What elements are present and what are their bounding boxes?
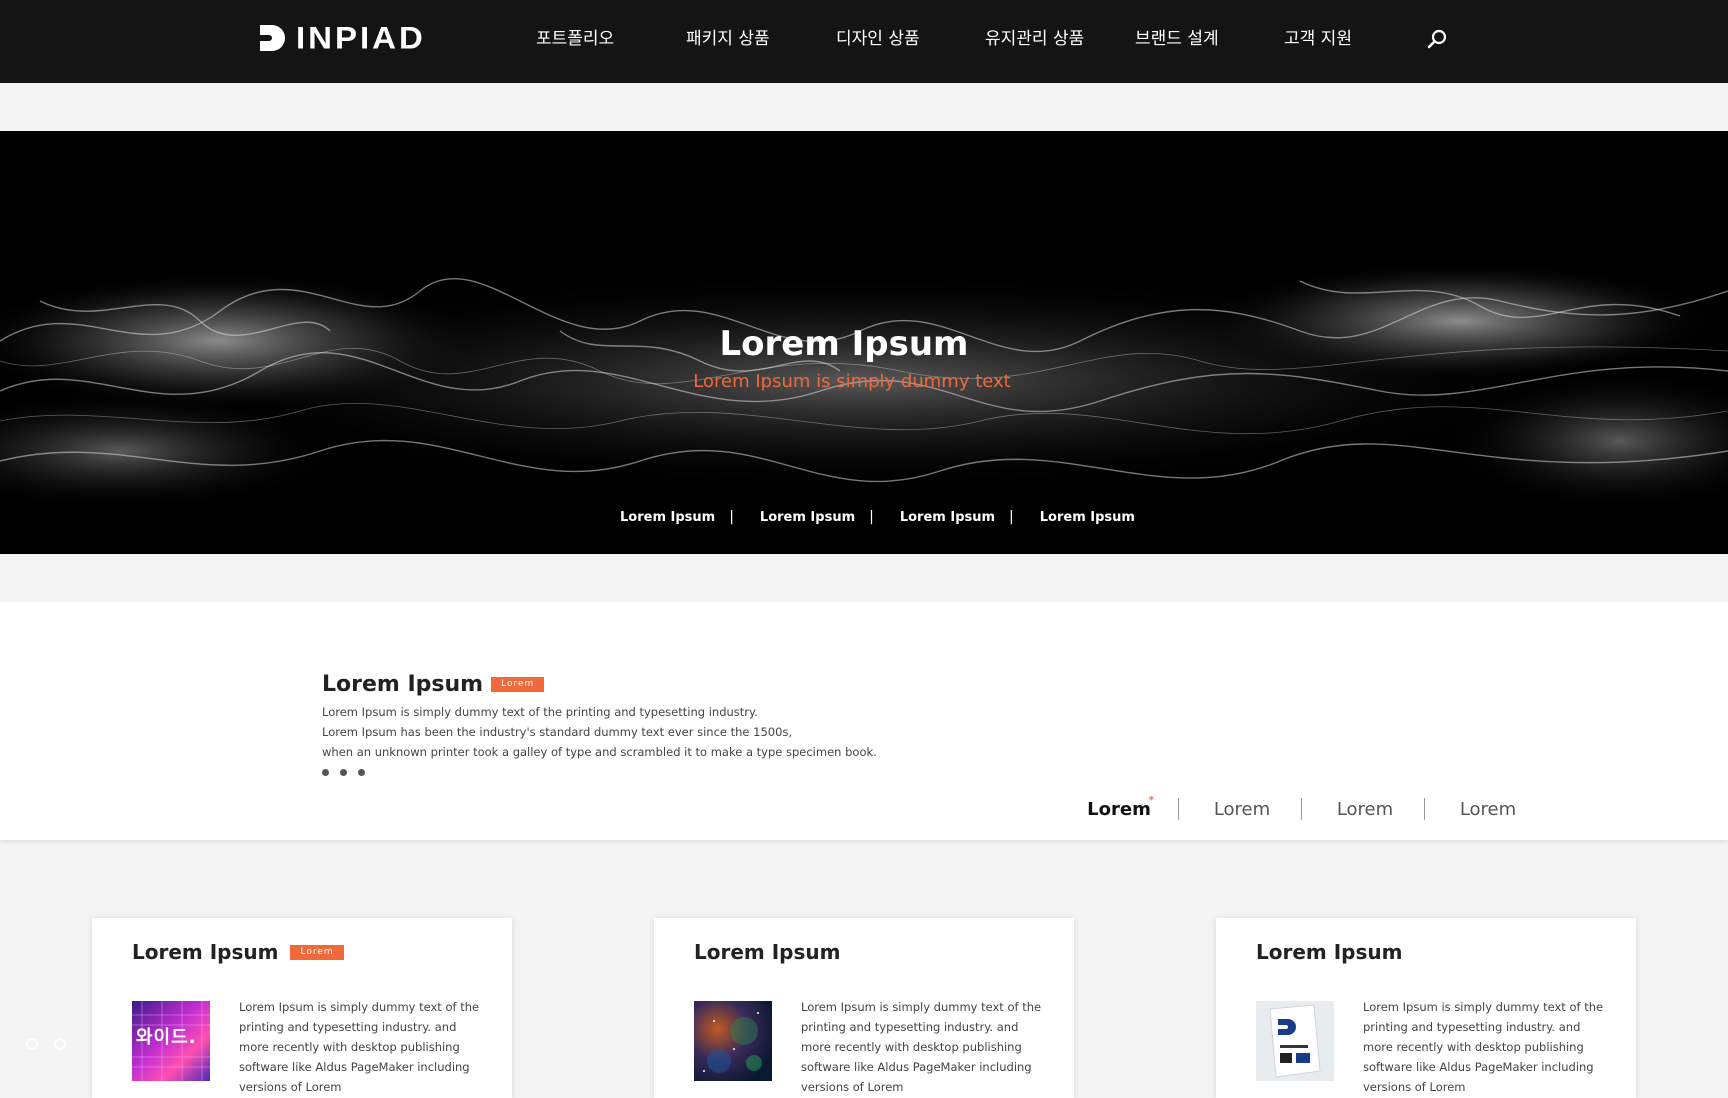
intro-line-1: Lorem Ipsum is simply dummy text of the … — [322, 705, 758, 719]
d-logo-icon — [260, 25, 285, 51]
nav-item-maintenance-products[interactable]: 유지관리 상품 — [985, 24, 1084, 49]
hero-link-3[interactable]: Lorem Ipsum — [900, 510, 995, 525]
more-dot — [340, 769, 347, 776]
intro-description: Lorem Ipsum is simply dummy text of the … — [322, 702, 877, 762]
card-title: Lorem Ipsum — [694, 940, 841, 964]
hero-link-4[interactable]: Lorem Ipsum — [1040, 510, 1135, 525]
tab-divider — [1301, 798, 1302, 820]
brand-logo[interactable]: INPIAD — [258, 22, 426, 54]
hero-subtitle: Lorem Ipsum is simply dummy text — [693, 371, 1011, 392]
intro-section: Lorem Ipsum Lorem Lorem Ipsum is simply … — [0, 602, 1728, 840]
tab-4[interactable]: Lorem — [1453, 799, 1523, 820]
intro-title: Lorem Ipsum — [322, 672, 484, 697]
tab-divider — [1178, 798, 1179, 820]
card-heading: Lorem Ipsum — [694, 940, 840, 964]
active-marker: * — [1148, 794, 1154, 806]
hero-link-separator: | — [869, 509, 874, 525]
hero-link-2[interactable]: Lorem Ipsum — [760, 510, 855, 525]
brand-logo-text: INPIAD — [296, 19, 426, 56]
product-card-2[interactable]: Lorem Ipsum Lorem Ipsum is simply dummy … — [654, 918, 1074, 1098]
nebula-image — [703, 1012, 762, 1073]
nav-item-design-products[interactable]: 디자인 상품 — [836, 24, 920, 49]
card-description: Lorem Ipsum is simply dummy text of the … — [801, 1000, 1042, 1094]
card-description: Lorem Ipsum is simply dummy text of the … — [239, 1000, 480, 1094]
nav-item-portfolio[interactable]: 포트폴리오 — [536, 24, 614, 49]
nav-item-brand-design[interactable]: 브랜드 설계 — [1135, 24, 1219, 49]
card-thumbnail[interactable] — [694, 1001, 772, 1081]
intro-line-3: when an unknown printer took a galley of… — [322, 745, 877, 759]
tab-divider — [1424, 798, 1425, 820]
nav-item-package-products[interactable]: 패키지 상품 — [686, 24, 770, 49]
hero-banner: Lorem Ipsum Lorem Ipsum is simply dummy … — [0, 131, 1728, 554]
more-dots[interactable] — [322, 769, 365, 776]
tab-3[interactable]: Lorem — [1330, 799, 1400, 820]
category-tabs: Lorem * Lorem Lorem Lorem — [1084, 795, 1523, 820]
tab-1[interactable]: Lorem * — [1084, 795, 1154, 820]
hero-link-bar: Lorem Ipsum | Lorem Ipsum | Lorem Ipsum … — [620, 509, 1135, 525]
card-thumbnail[interactable] — [1256, 1001, 1334, 1081]
search-icon[interactable] — [1426, 28, 1448, 50]
product-card-1[interactable]: Lorem Ipsum Lorem 와이드. Lorem Ipsum is si… — [92, 918, 512, 1098]
card-heading: Lorem Ipsum — [1256, 940, 1402, 964]
card-badge: Lorem — [290, 944, 344, 960]
top-navigation-bar: INPIAD 포트폴리오 패키지 상품 디자인 상품 유지관리 상품 브랜드 설… — [0, 0, 1728, 83]
circle-icon[interactable] — [26, 1038, 38, 1050]
circle-icon[interactable] — [54, 1038, 66, 1050]
hero-link-1[interactable]: Lorem Ipsum — [620, 510, 715, 525]
hero-link-separator: | — [729, 509, 734, 525]
brochure-image — [1269, 1004, 1321, 1078]
hero-link-separator: | — [1009, 509, 1014, 525]
intro-badge: Lorem — [491, 677, 545, 692]
thumbnail-caption: 와이드. — [136, 1027, 197, 1048]
card-description: Lorem Ipsum is simply dummy text of the … — [1363, 1000, 1604, 1094]
hero-title: Lorem Ipsum — [719, 324, 969, 364]
card-title: Lorem Ipsum — [132, 940, 279, 964]
more-dot — [322, 769, 329, 776]
product-card-3[interactable]: Lorem Ipsum Lorem Ipsum is simply dummy … — [1216, 918, 1636, 1098]
card-thumbnail[interactable]: 와이드. — [132, 1001, 210, 1081]
tab-2[interactable]: Lorem — [1207, 799, 1277, 820]
intro-line-2: Lorem Ipsum has been the industry's stan… — [322, 725, 793, 739]
nav-item-customer-support[interactable]: 고객 지원 — [1284, 24, 1352, 49]
tab-label: Lorem — [1087, 798, 1151, 820]
floating-controls — [26, 1038, 66, 1050]
more-dot — [358, 769, 365, 776]
card-title: Lorem Ipsum — [1256, 940, 1403, 964]
card-heading: Lorem Ipsum Lorem — [132, 940, 344, 964]
intro-heading: Lorem Ipsum Lorem — [322, 672, 545, 697]
